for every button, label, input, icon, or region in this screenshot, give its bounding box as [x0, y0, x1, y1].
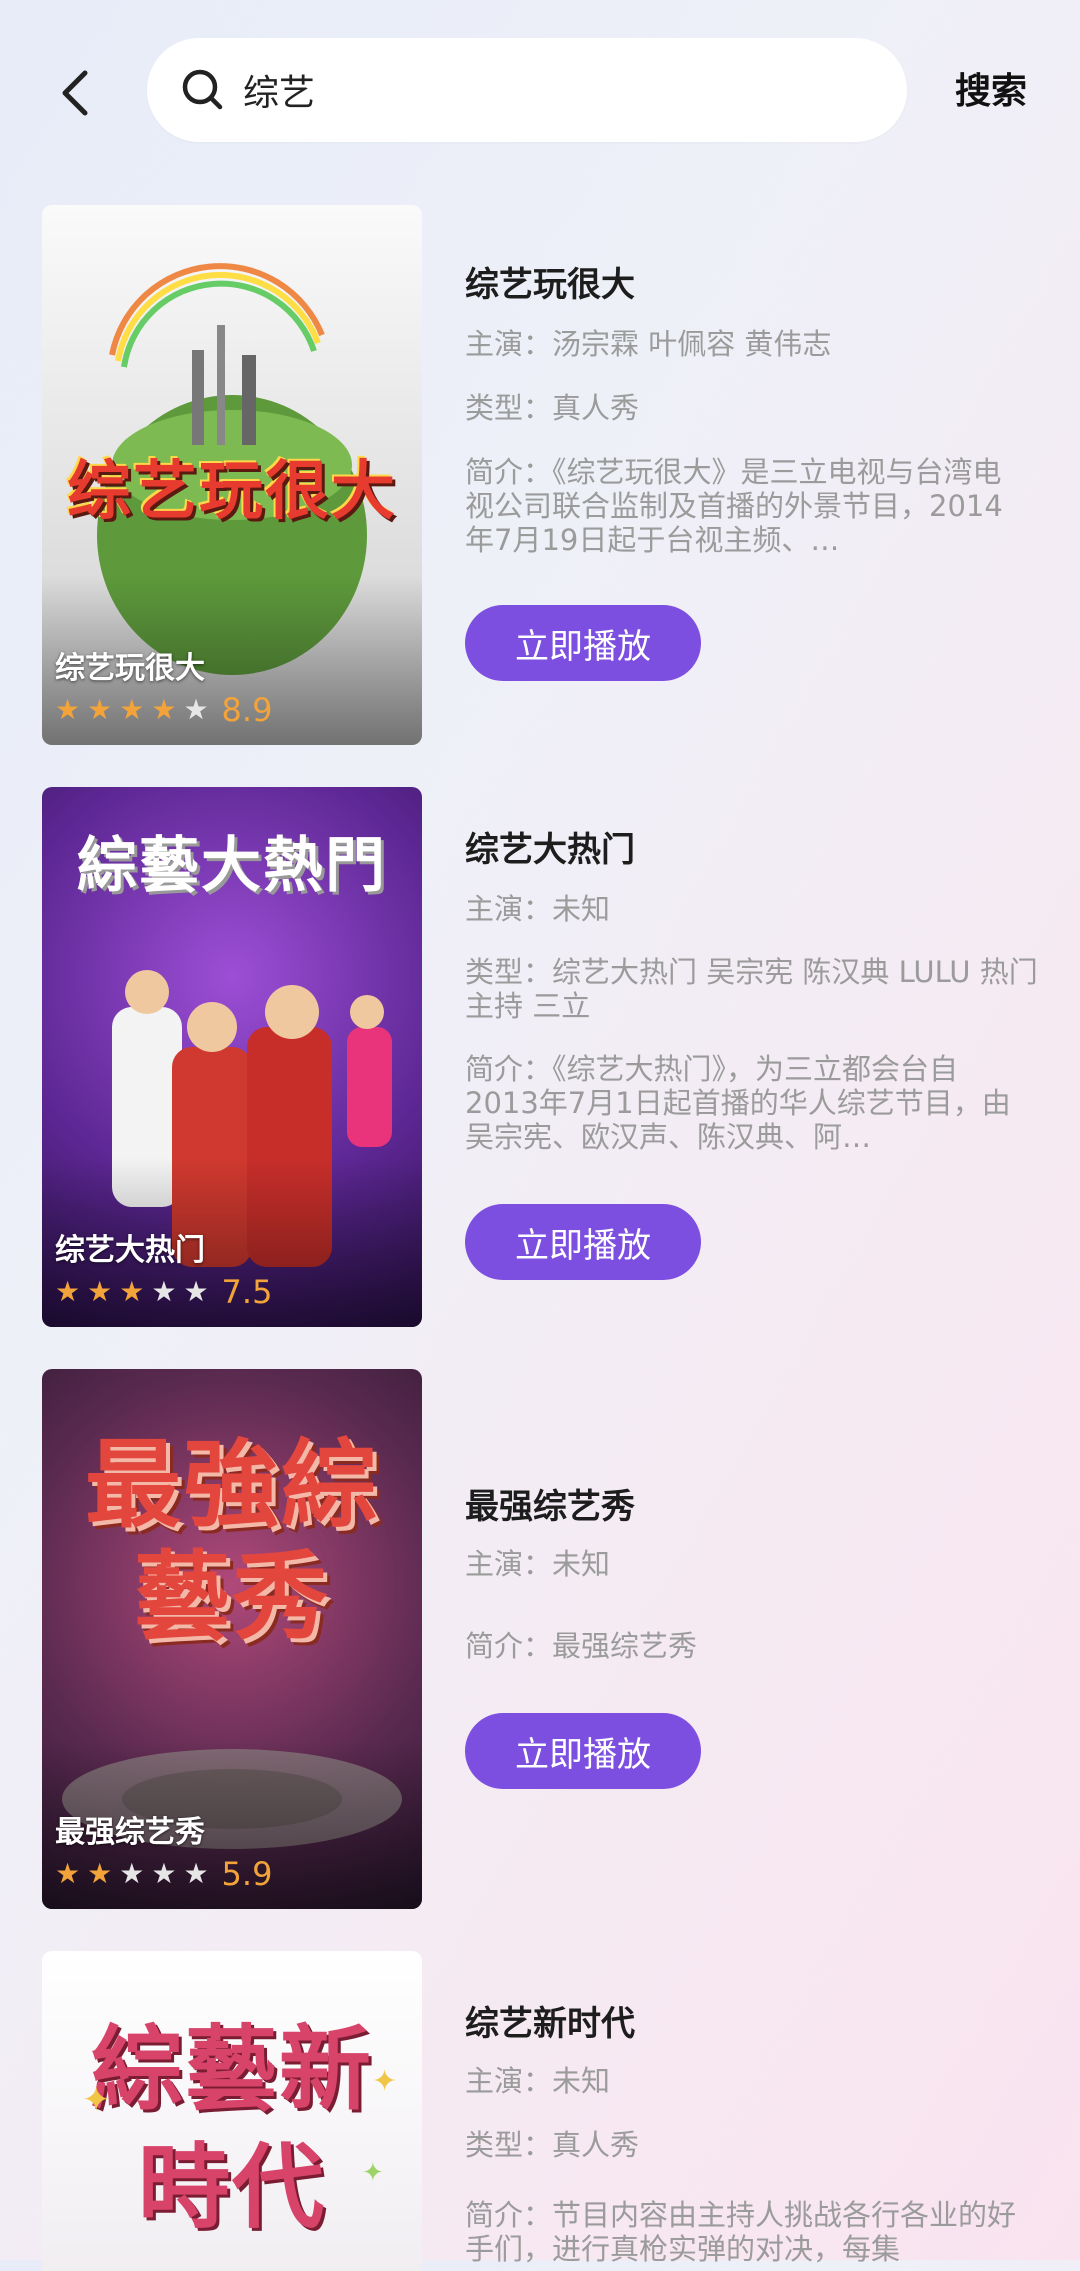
- svg-text:✦: ✦: [82, 2080, 111, 2120]
- poster-art-text: 综艺玩很大: [67, 455, 397, 529]
- play-now-button[interactable]: 立即播放: [465, 605, 701, 681]
- result-cast: 主演：汤宗霖 叶佩容 黄伟志: [465, 327, 832, 361]
- result-summary: 简介：节目内容由主持人挑战各行各业的好手们，进行真枪实弹的对决，每集: [465, 2198, 1017, 2266]
- result-genre: 类型：综艺大热门 吴宗宪 陈汉典 LULU 热门 主持 三立: [465, 955, 1038, 1023]
- star-icon: ★: [151, 1275, 177, 1308]
- rating-score: 7.5: [221, 1273, 273, 1311]
- star-icon: ★: [119, 693, 145, 726]
- star-icon: ★: [87, 1857, 113, 1890]
- poster-art-text: 最強綜藝秀: [85, 1429, 379, 1653]
- chevron-left-icon: [62, 70, 88, 116]
- star-icon: ★: [151, 1857, 177, 1890]
- result-title[interactable]: 最强综艺秀: [465, 1479, 1065, 1528]
- result-title[interactable]: 综艺新时代: [465, 1996, 1065, 2045]
- svg-text:✦: ✦: [372, 2064, 397, 2099]
- result-summary: 简介：最强综艺秀: [465, 1629, 698, 1663]
- poster-title: 综艺大热门: [55, 1233, 205, 1268]
- star-icon: ★: [183, 693, 209, 726]
- star-rating: ★ ★ ★ ★ ★ 5.9: [55, 1855, 272, 1893]
- result-cast: 主演：未知: [465, 1547, 611, 1581]
- result-card[interactable]: 綜藝新時代 ✦ ✦ ✦ 综艺新时代 主演：未知 类型：真人秀 简介：节目内容由主…: [42, 1951, 1042, 2271]
- result-title[interactable]: 综艺玩很大: [465, 257, 1065, 306]
- result-title[interactable]: 综艺大热门: [465, 822, 1065, 871]
- result-cast: 主演：未知: [465, 2064, 611, 2098]
- rating-score: 8.9: [221, 691, 273, 729]
- star-icon: ★: [55, 1857, 81, 1890]
- poster-image[interactable]: 綜藝大熱門 综艺大热门 ★ ★ ★ ★ ★ 7.5: [42, 787, 422, 1327]
- star-icon: ★: [55, 1275, 81, 1308]
- rating-score: 5.9: [221, 1855, 273, 1893]
- search-input[interactable]: 综艺: [147, 38, 907, 142]
- star-icon: ★: [87, 693, 113, 726]
- star-icon: ★: [119, 1275, 145, 1308]
- poster-image[interactable]: 最強綜藝秀 最强综艺秀 ★ ★ ★ ★ ★ 5.9: [42, 1369, 422, 1909]
- star-icon: ★: [87, 1275, 113, 1308]
- result-genre: 类型：真人秀: [465, 2128, 640, 2162]
- result-card[interactable]: 综艺玩很大 综艺玩很大 ★ ★ ★ ★ ★ 8.9 综艺玩很大 主演：汤宗霖 叶…: [42, 205, 1042, 745]
- result-genre: 类型：真人秀: [465, 391, 640, 425]
- back-button[interactable]: [40, 58, 110, 128]
- search-query: 综艺: [243, 73, 316, 114]
- star-icon: ★: [183, 1857, 209, 1890]
- sparkle-icon: ✦ ✦ ✦: [82, 2064, 397, 2188]
- search-button[interactable]: 搜索: [955, 62, 1027, 114]
- result-cast: 主演：未知: [465, 892, 611, 926]
- star-icon: ★: [183, 1275, 209, 1308]
- svg-text:✦: ✦: [362, 2158, 384, 2188]
- top-bar: 综艺 搜索: [0, 0, 1080, 190]
- result-card[interactable]: 綜藝大熱門 综艺大热门 ★ ★ ★ ★ ★ 7.5 综艺大热门 主演：未知 类型…: [42, 787, 1042, 1327]
- result-summary: 简介：《综艺玩很大》是三立电视与台湾电视公司联合监制及首播的外景节目，2014年…: [465, 455, 1003, 557]
- poster-art-text: 綜藝大熱門: [77, 831, 387, 901]
- poster-image[interactable]: 综艺玩很大 综艺玩很大 ★ ★ ★ ★ ★ 8.9: [42, 205, 422, 745]
- poster-title: 最强综艺秀: [55, 1815, 205, 1850]
- poster-title: 综艺玩很大: [55, 651, 205, 686]
- star-rating: ★ ★ ★ ★ ★ 7.5: [55, 1273, 272, 1311]
- star-icon: ★: [55, 693, 81, 726]
- star-rating: ★ ★ ★ ★ ★ 8.9: [55, 691, 272, 729]
- result-summary: 简介：《综艺大热门》，为三立都会台自2013年7月1日起首播的华人综艺节目，由吴…: [465, 1052, 1011, 1154]
- star-icon: ★: [119, 1857, 145, 1890]
- result-card[interactable]: 最強綜藝秀 最强综艺秀 ★ ★ ★ ★ ★ 5.9 最强综艺秀 主演：未知 简介…: [42, 1369, 1042, 1909]
- search-icon: [179, 66, 227, 114]
- star-icon: ★: [151, 693, 177, 726]
- play-now-button[interactable]: 立即播放: [465, 1713, 701, 1789]
- play-now-button[interactable]: 立即播放: [465, 1204, 701, 1280]
- poster-image[interactable]: 綜藝新時代 ✦ ✦ ✦: [42, 1951, 422, 2271]
